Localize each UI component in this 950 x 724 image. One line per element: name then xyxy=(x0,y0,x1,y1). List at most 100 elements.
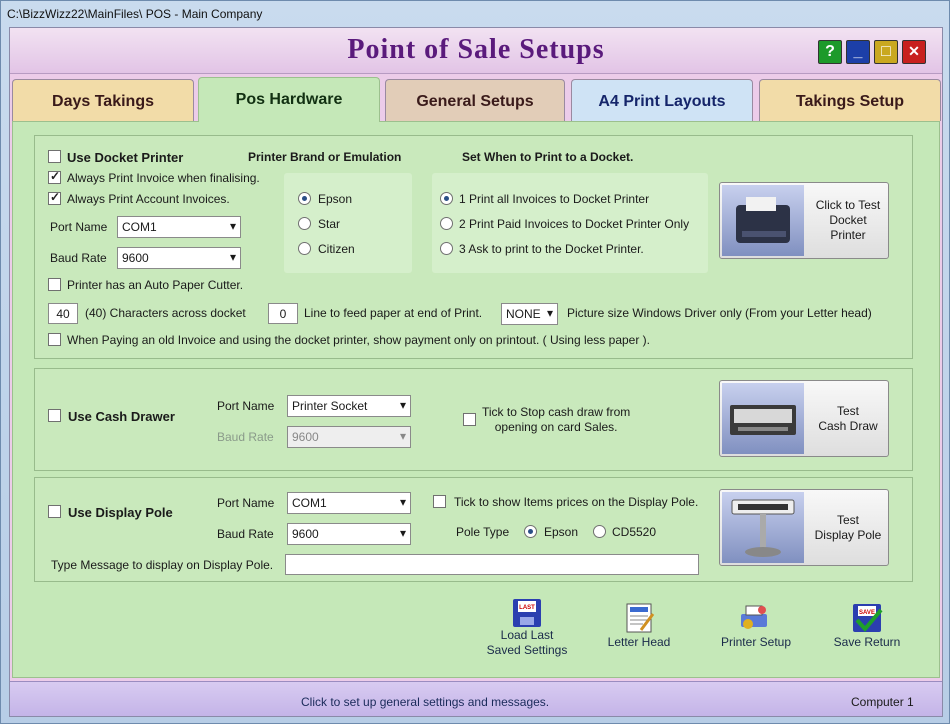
maximize-button[interactable]: □ xyxy=(874,40,898,64)
printer-setup-button[interactable]: Printer Setup xyxy=(710,635,802,650)
help-button[interactable]: ? xyxy=(818,40,842,64)
docket-printer-image xyxy=(722,185,804,256)
load-last-icon[interactable]: LAST xyxy=(511,597,543,629)
header: Point of Sale Setups ? _ □ ✕ xyxy=(10,28,942,74)
use-docket-printer-checkbox[interactable] xyxy=(48,150,61,163)
docket-port-label: Port Name xyxy=(50,220,108,234)
cash-baud-label: Baud Rate xyxy=(217,430,274,444)
pole-port-label: Port Name xyxy=(217,496,275,510)
show-prices-checkbox[interactable] xyxy=(433,495,446,508)
stop-cash-draw-checkbox[interactable] xyxy=(463,413,476,426)
pole-message-label: Type Message to display on Display Pole. xyxy=(51,558,274,572)
cash-drawer-icon xyxy=(730,405,796,435)
display-pole-image xyxy=(722,492,804,563)
page-title: Point of Sale Setups xyxy=(347,34,605,65)
brand-citizen-label: Citizen xyxy=(318,242,355,256)
when-option-3-radio[interactable] xyxy=(440,242,453,255)
svg-text:SAVE: SAVE xyxy=(859,610,875,616)
tab-pos-hardware[interactable]: Pos Hardware xyxy=(198,77,380,122)
always-invoice-checkbox[interactable] xyxy=(48,169,61,184)
pole-type-epson-label: Epson xyxy=(544,525,579,539)
tab-takings-setup[interactable]: Takings Setup xyxy=(759,79,941,121)
picture-size-select[interactable]: NONE xyxy=(501,303,558,325)
always-invoice-label: Always Print Invoice when finalising. xyxy=(67,171,260,185)
chars-input[interactable]: 40 xyxy=(48,303,78,324)
use-cash-drawer-label: Use Cash Drawer xyxy=(68,409,175,424)
chars-label: (40) Characters across docket xyxy=(85,306,246,320)
pole-type-epson-radio[interactable] xyxy=(524,525,537,538)
pos-hardware-panel: Use Docket Printer Printer Brand or Emul… xyxy=(12,121,940,678)
old-invoice-label: When Paying an old Invoice and using the… xyxy=(67,333,650,347)
display-pole-group: Use Display Pole Port Name COM1 Baud Rat… xyxy=(34,477,913,582)
feed-label: Line to feed paper at end of Print. xyxy=(304,306,483,320)
test-docket-printer-button[interactable]: Click to Test Docket Printer xyxy=(719,182,889,259)
status-message: Click to set up general settings and mes… xyxy=(301,695,550,709)
close-button[interactable]: ✕ xyxy=(902,40,926,64)
cash-drawer-image xyxy=(722,383,804,454)
brand-star-radio[interactable] xyxy=(298,217,311,230)
brand-star-label: Star xyxy=(318,217,341,231)
tab-days-takings[interactable]: Days Takings xyxy=(12,79,194,121)
feed-input[interactable]: 0 xyxy=(268,303,298,324)
tab-a4-print-layouts[interactable]: A4 Print Layouts xyxy=(571,79,753,121)
display-pole-icon xyxy=(731,499,795,557)
save-return-icon[interactable]: SAVE xyxy=(851,602,883,634)
cash-port-select[interactable]: Printer Socket xyxy=(287,395,411,417)
picture-size-label: Picture size Windows Driver only (From y… xyxy=(567,306,872,320)
pole-type-cd5520-label: CD5520 xyxy=(612,525,657,539)
brand-citizen-radio[interactable] xyxy=(298,242,311,255)
pole-message-input[interactable] xyxy=(285,554,699,575)
app-window: C:\BizzWizz22\MainFiles\ POS - Main Comp… xyxy=(0,0,950,724)
pole-type-label: Pole Type xyxy=(456,525,510,539)
minimize-button[interactable]: _ xyxy=(846,40,870,64)
test-display-pole-button[interactable]: Test Display Pole xyxy=(719,489,889,566)
status-bar: Click to set up general settings and mes… xyxy=(10,681,942,716)
svg-text:LAST: LAST xyxy=(519,605,535,611)
docket-baud-label: Baud Rate xyxy=(50,251,107,265)
use-display-pole-label: Use Display Pole xyxy=(68,505,173,520)
status-computer: Computer 1 xyxy=(851,695,914,709)
cash-baud-select: 9600 xyxy=(287,426,411,448)
letter-head-icon[interactable] xyxy=(623,602,655,634)
cash-port-label: Port Name xyxy=(217,399,275,413)
receipt-printer-icon xyxy=(736,197,790,243)
show-prices-label: Tick to show Items prices on the Display… xyxy=(454,495,699,509)
printer-setup-icon[interactable] xyxy=(738,602,770,634)
when-option-1-label: 1 Print all Invoices to Docket Printer xyxy=(459,192,650,206)
when-option-2-radio[interactable] xyxy=(440,217,453,230)
pole-port-select[interactable]: COM1 xyxy=(287,492,411,514)
brand-epson-label: Epson xyxy=(318,192,353,206)
stop-cash-draw-label: Tick to Stop cash draw from opening on c… xyxy=(482,405,631,434)
pole-baud-label: Baud Rate xyxy=(217,527,274,541)
use-display-pole-checkbox[interactable] xyxy=(48,505,61,518)
test-cash-draw-label: Test Cash Draw xyxy=(818,403,878,433)
pole-baud-select[interactable]: 9600 xyxy=(287,523,411,545)
old-invoice-checkbox[interactable] xyxy=(48,333,61,346)
load-last-button[interactable]: Load Last Saved Settings xyxy=(483,628,571,658)
docket-baud-select[interactable]: 9600 xyxy=(117,247,241,269)
auto-cutter-label: Printer has an Auto Paper Cutter. xyxy=(67,278,244,292)
pole-type-cd5520-radio[interactable] xyxy=(593,525,606,538)
when-header: Set When to Print to a Docket. xyxy=(462,150,634,164)
save-return-button[interactable]: Save Return xyxy=(822,635,912,650)
test-display-pole-label: Test Display Pole xyxy=(814,512,882,542)
letter-head-button[interactable]: Letter Head xyxy=(596,635,682,650)
docket-port-select[interactable]: COM1 xyxy=(117,216,241,238)
auto-cutter-checkbox[interactable] xyxy=(48,278,61,291)
use-docket-printer-label: Use Docket Printer xyxy=(67,150,184,165)
brand-header: Printer Brand or Emulation xyxy=(248,150,402,164)
docket-printer-group: Use Docket Printer Printer Brand or Emul… xyxy=(34,135,913,359)
tab-general-setups[interactable]: General Setups xyxy=(385,79,565,121)
window-title: C:\BizzWizz22\MainFiles\ POS - Main Comp… xyxy=(7,7,263,21)
when-option-1-radio[interactable] xyxy=(440,192,453,205)
when-option-2-label: 2 Print Paid Invoices to Docket Printer … xyxy=(459,217,690,231)
title-bar: C:\BizzWizz22\MainFiles\ POS - Main Comp… xyxy=(1,1,949,27)
cash-drawer-group: Use Cash Drawer Port Name Printer Socket… xyxy=(34,368,913,471)
brand-epson-radio[interactable] xyxy=(298,192,311,205)
test-cash-draw-button[interactable]: Test Cash Draw xyxy=(719,380,889,457)
always-account-checkbox[interactable] xyxy=(48,190,61,205)
when-option-3-label: 3 Ask to print to the Docket Printer. xyxy=(459,242,644,256)
always-account-label: Always Print Account Invoices. xyxy=(67,192,230,206)
client-area: Point of Sale Setups ? _ □ ✕ Days Taking… xyxy=(9,27,943,717)
use-cash-drawer-checkbox[interactable] xyxy=(48,409,61,422)
